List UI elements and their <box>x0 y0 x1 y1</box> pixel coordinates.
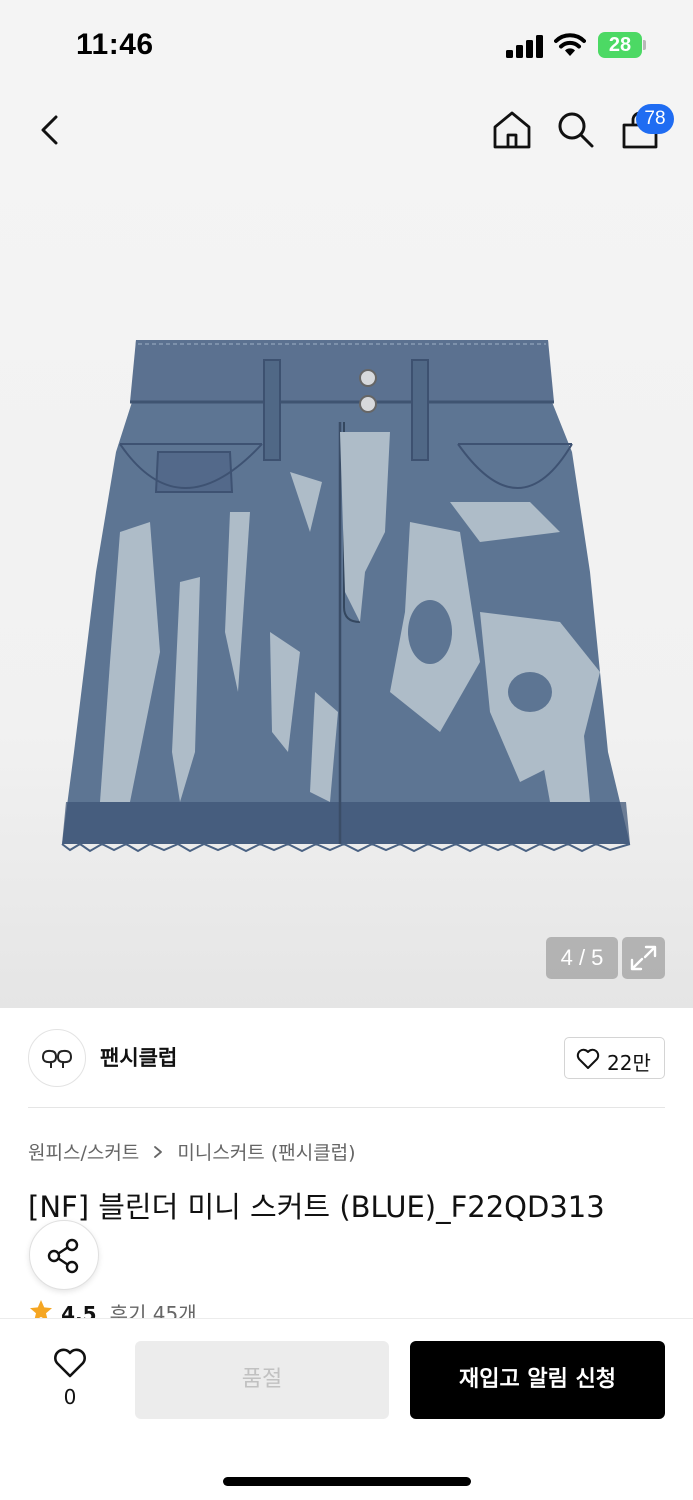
heart-outline-icon <box>54 1348 86 1378</box>
rating-row[interactable]: 4.5 후기 45개 <box>28 1298 197 1320</box>
battery-level: 28 <box>608 34 632 56</box>
battery-charging-icon: 28 <box>598 32 646 58</box>
cart-count-badge: 78 <box>636 104 674 134</box>
soldout-button: 품절 <box>135 1341 389 1419</box>
brand-name[interactable]: 팬시클럽 <box>100 1042 177 1072</box>
restock-alert-button[interactable]: 재입고 알림 신청 <box>410 1341 665 1419</box>
home-button[interactable] <box>490 108 534 152</box>
product-title: [NF] 블린더 미니 스커트 (BLUE)_F22QD313 <box>28 1190 605 1224</box>
brand-logo[interactable] <box>28 1029 86 1087</box>
share-button[interactable] <box>29 1220 99 1290</box>
expand-icon <box>630 945 657 971</box>
back-button[interactable] <box>30 110 70 150</box>
brand-like-button[interactable]: 22만 <box>564 1037 665 1079</box>
chevron-right-icon <box>154 1145 163 1158</box>
divider <box>28 1107 665 1108</box>
star-icon <box>30 1300 52 1320</box>
brand-row: 팬시클럽 22만 <box>0 1008 693 1108</box>
share-icon <box>47 1238 79 1274</box>
status-bar: 11:46 28 <box>0 0 693 92</box>
expand-image-button[interactable] <box>622 937 665 979</box>
heart-outline-icon <box>576 1048 600 1069</box>
back-icon <box>41 115 58 145</box>
brand-logo-icon <box>41 1049 73 1068</box>
breadcrumb-subcategory[interactable]: 미니스커트 (팬시클럽) <box>177 1142 355 1164</box>
search-icon <box>558 112 594 148</box>
wifi-icon <box>554 32 586 58</box>
breadcrumb: 원피스/스커트 미니스커트 (팬시클럽) <box>28 1138 356 1168</box>
breadcrumb-category[interactable]: 원피스/스커트 <box>28 1142 139 1164</box>
purchase-bar: 0 품절 재입고 알림 신청 <box>0 1318 693 1500</box>
search-button[interactable] <box>554 108 598 152</box>
product-image-gallery[interactable]: 4 / 5 <box>0 92 693 1008</box>
status-time: 11:46 <box>76 28 154 61</box>
wish-count: 0 <box>63 1385 77 1409</box>
brand-like-count: 22만 <box>607 1051 651 1075</box>
image-page-indicator: 4 / 5 <box>546 937 618 979</box>
home-icon <box>493 111 531 149</box>
product-image <box>61 340 631 853</box>
home-indicator <box>223 1477 471 1486</box>
wish-button[interactable]: 0 <box>36 1343 104 1413</box>
cellular-signal-icon <box>506 34 544 58</box>
